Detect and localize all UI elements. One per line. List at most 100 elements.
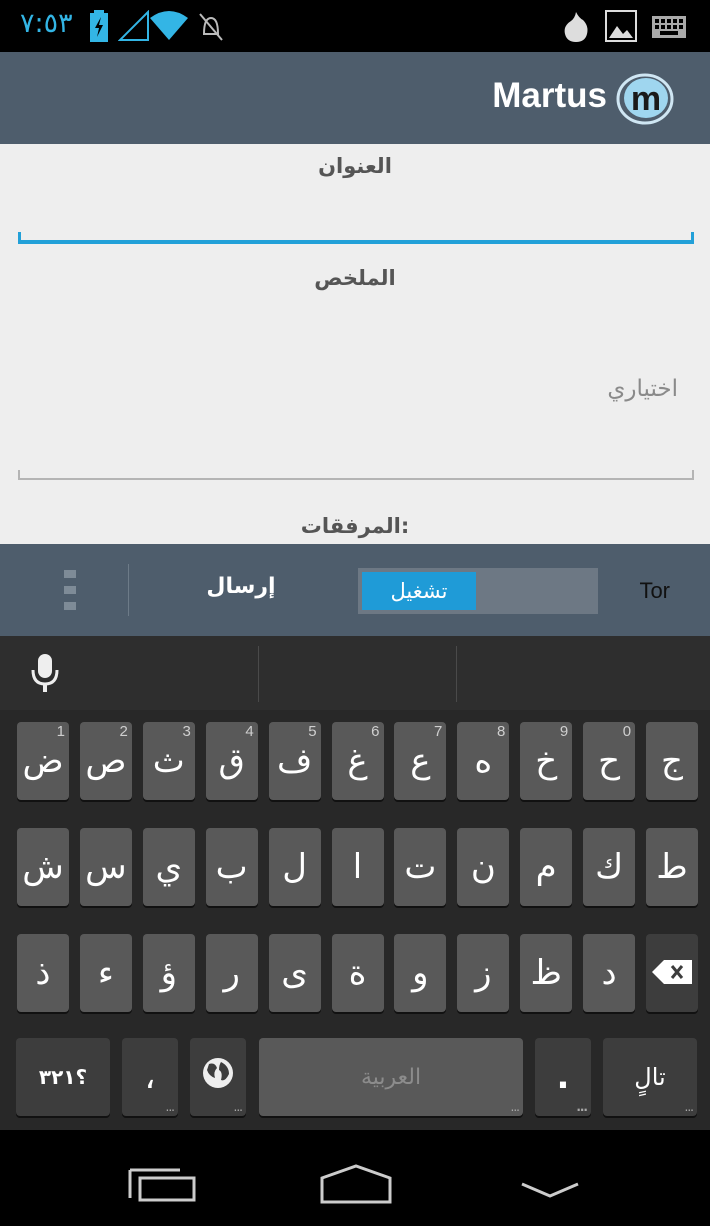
key[interactable]: ع7 (394, 722, 447, 800)
key[interactable]: ي (142, 828, 195, 906)
overflow-menu-icon[interactable] (64, 570, 76, 610)
battery-charging-icon (90, 10, 108, 46)
key[interactable]: ط (646, 828, 698, 906)
key-label: ا (352, 847, 363, 887)
image-icon (605, 10, 637, 46)
space-key-label: العربية (360, 1064, 422, 1090)
summary-input[interactable] (18, 304, 694, 476)
backspace-key[interactable] (646, 934, 698, 1012)
key[interactable]: و (394, 934, 447, 1012)
key-label: س (85, 847, 127, 887)
title-underline-left-tick (18, 232, 21, 242)
key-label: ض (22, 741, 64, 781)
summary-underline-left-tick (18, 470, 20, 479)
key[interactable]: ن (457, 828, 510, 906)
period-key[interactable]: .... (535, 1038, 591, 1116)
key[interactable]: ؤ (142, 934, 195, 1012)
suggestion-strip (0, 636, 710, 710)
key[interactable]: م (520, 828, 573, 906)
key[interactable]: د (583, 934, 636, 1012)
keyboard-icon (652, 16, 686, 42)
key-label: د (601, 953, 617, 993)
key-label: ت (404, 847, 437, 887)
key[interactable]: ظ (520, 934, 573, 1012)
globe-icon (201, 1056, 235, 1099)
key-number-hint: 8 (496, 723, 506, 740)
summary-label: الملخص (314, 266, 396, 290)
key-number-hint: 4 (245, 723, 254, 740)
recent-apps-icon[interactable] (128, 1168, 198, 1208)
key-number-hint: 5 (308, 723, 317, 740)
key[interactable]: ك (583, 828, 636, 906)
key[interactable]: ذ (17, 934, 69, 1012)
next-key[interactable]: تالٍ... (603, 1038, 697, 1116)
backspace-icon (652, 953, 692, 993)
key[interactable]: ح0 (583, 722, 636, 800)
key[interactable]: ج (646, 722, 698, 800)
language-switch-key[interactable]: ... (190, 1038, 246, 1116)
action-divider (128, 564, 129, 616)
suggestion-divider (456, 646, 457, 702)
key-label: ذ (35, 953, 51, 993)
long-press-indicator: ... (233, 1100, 244, 1114)
key[interactable]: ث3 (142, 722, 195, 800)
key-label: ط (656, 847, 688, 887)
key-label: غ (347, 741, 368, 781)
wifi-icon (150, 10, 188, 46)
key-number-hint: 0 (622, 723, 632, 740)
summary-underline-right-tick (692, 470, 694, 479)
key-number-hint: 7 (434, 723, 443, 740)
send-button[interactable]: إرسال (186, 574, 296, 599)
tor-toggle-thumb[interactable]: تشغيل (362, 572, 476, 610)
key[interactable]: س (79, 828, 132, 906)
key[interactable]: ص2 (79, 722, 132, 800)
navigation-bar (0, 1130, 710, 1226)
microphone-icon[interactable] (30, 652, 60, 700)
attachments-label: المرفقات: (300, 514, 410, 538)
key-label: ع (410, 741, 431, 781)
key-label: ر (223, 953, 240, 993)
key-number-hint: 1 (56, 723, 65, 740)
key-label: و (412, 953, 429, 993)
key[interactable]: ب (205, 828, 258, 906)
hide-keyboard-icon[interactable] (520, 1180, 580, 1204)
space-key[interactable]: العربية ... (259, 1038, 523, 1116)
key[interactable]: ه8 (457, 722, 510, 800)
key-label: ز (475, 953, 492, 993)
app-title: Martus (492, 76, 607, 115)
suggestion-divider (258, 646, 259, 702)
long-press-indicator: ... (510, 1100, 521, 1114)
key[interactable]: ض1 (17, 722, 69, 800)
martus-logo-icon[interactable]: m (616, 70, 674, 128)
signal-icon (117, 9, 150, 46)
status-time: ٧:٥٣ (20, 8, 73, 39)
key[interactable]: ة (331, 934, 384, 1012)
key[interactable]: ر (205, 934, 258, 1012)
key-number-hint: 6 (371, 723, 380, 740)
long-press-indicator: ... (576, 1100, 588, 1114)
key[interactable]: ق4 (205, 722, 258, 800)
key[interactable]: ل (268, 828, 321, 906)
key[interactable]: خ9 (520, 722, 573, 800)
key-label: ف (276, 741, 313, 781)
key[interactable]: ش (17, 828, 69, 906)
key-number-hint: 2 (119, 723, 128, 740)
key[interactable]: ى (268, 934, 321, 1012)
key[interactable]: ء (79, 934, 132, 1012)
key-label: ه (474, 741, 493, 781)
key[interactable]: غ6 (331, 722, 384, 800)
key[interactable]: ت (394, 828, 447, 906)
tor-onion-icon (563, 10, 589, 48)
action-bar: Martus m (0, 52, 710, 144)
title-label: العنوان (318, 154, 392, 178)
key-label: ن (470, 847, 496, 887)
symbols-key[interactable]: ؟٣٢١ (16, 1038, 110, 1116)
key[interactable]: ز (457, 934, 510, 1012)
key-label: خ (535, 741, 558, 781)
comma-key[interactable]: ،... (122, 1038, 178, 1116)
key-label: ى (281, 953, 308, 993)
key[interactable]: ف5 (268, 722, 321, 800)
title-input[interactable] (18, 192, 698, 240)
key[interactable]: ا (331, 828, 384, 906)
home-icon[interactable] (320, 1164, 392, 1208)
